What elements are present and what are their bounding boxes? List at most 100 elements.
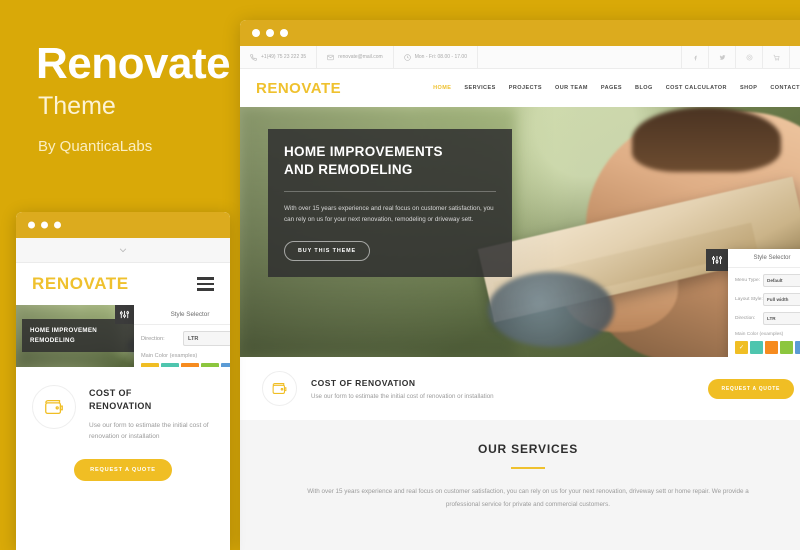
mobile-cost-section: COST OF RENOVATION Use our form to estim…	[16, 367, 230, 481]
hero-heading-line2: AND REMODELING	[284, 161, 413, 177]
menu-type-row: Menu Type: Default ▾	[735, 274, 800, 287]
mobile-color-swatch-2[interactable]	[181, 363, 199, 367]
hero-heading-line1: HOME IMPROVEMENTS	[284, 144, 443, 159]
hamburger-icon[interactable]	[197, 277, 214, 291]
wallet-icon	[272, 383, 287, 394]
topbar-phone[interactable]: +1(49) 75 23 222 35	[240, 46, 318, 68]
mobile-color-swatch-3[interactable]	[201, 363, 219, 367]
main-navigation: HOME SERVICES PROJECTS OUR TEAM PAGES BL…	[433, 85, 800, 91]
clock-icon	[403, 53, 411, 61]
request-a-quote-button[interactable]: REQUEST A QUOTE	[707, 378, 794, 399]
nav-item-projects[interactable]: PROJECTS	[509, 85, 542, 91]
mobile-style-selector-panel: Style Selector Direction: LTR ▾ Main Col…	[115, 305, 230, 367]
mobile-direction-label: Direction:	[141, 335, 165, 342]
twitter-icon[interactable]	[708, 46, 735, 68]
cart-icon[interactable]	[762, 46, 789, 68]
wallet-icon	[45, 399, 63, 415]
site-topbar: +1(49) 75 23 222 35 renovate@mail.com Mo…	[240, 46, 800, 69]
mobile-browser-window: RENOVATE HOME IMPROVEMEN REMODELING Styl	[16, 212, 230, 550]
color-swatch-3[interactable]	[780, 341, 793, 354]
nav-item-blog[interactable]: BLOG	[635, 85, 653, 91]
site-logo[interactable]: RENOVATE	[256, 80, 341, 97]
window-controls[interactable]	[252, 29, 288, 37]
promo-byline: By QuanticaLabs	[38, 138, 153, 155]
desktop-browser-window: +1(49) 75 23 222 35 renovate@mail.com Mo…	[240, 20, 800, 550]
cost-paragraph: Use our form to estimate the initial cos…	[311, 392, 494, 400]
phone-icon	[250, 53, 257, 61]
promo-title: Renovate	[36, 39, 231, 88]
style-selector-body: Style Selector Menu Type: Default ▾ Layo…	[728, 249, 800, 357]
mobile-style-selector-toggle[interactable]	[115, 305, 134, 324]
color-swatch-1[interactable]	[750, 341, 763, 354]
color-swatch-4[interactable]	[795, 341, 800, 354]
mobile-direction-row: Direction: LTR ▾	[141, 331, 230, 346]
facebook-icon[interactable]	[681, 46, 708, 68]
chevron-down-icon	[119, 248, 127, 253]
search-icon[interactable]	[789, 46, 800, 68]
wallet-icon-circle	[262, 371, 297, 406]
hero-heading: HOME IMPROVEMENTS AND REMODELING	[284, 143, 496, 179]
topbar-email-text: renovate@mail.com	[338, 54, 383, 60]
style-selector-title: Style Selector	[728, 249, 800, 268]
mobile-cost-heading-line1: COST OF	[89, 388, 132, 398]
nav-item-services[interactable]: SERVICES	[464, 85, 495, 91]
mobile-cost-heading-line2: RENOVATION	[89, 401, 152, 412]
menu-type-label: Menu Type:	[735, 278, 760, 283]
mobile-site-logo[interactable]: RENOVATE	[32, 274, 129, 294]
direction-select[interactable]: LTR ▾	[763, 312, 800, 325]
mobile-direction-select[interactable]: LTR ▾	[183, 331, 230, 346]
nav-item-contact[interactable]: CONTACT	[770, 85, 800, 91]
services-heading: OUR SERVICES	[477, 442, 579, 456]
mobile-cost-paragraph: Use our form to estimate the initial cos…	[89, 422, 209, 441]
layout-style-row: Layout Style: Full width ▾	[735, 293, 800, 306]
mobile-window-maximize-dot[interactable]	[54, 221, 61, 229]
dribbble-icon[interactable]	[735, 46, 762, 68]
color-swatch-2[interactable]	[765, 341, 778, 354]
mobile-main-color-label: Main Color (examples)	[141, 353, 198, 359]
mobile-window-minimize-dot[interactable]	[41, 221, 48, 229]
mobile-request-a-quote-button[interactable]: REQUEST A QUOTE	[74, 458, 172, 481]
nav-item-cost-calculator[interactable]: COST CALCULATOR	[666, 85, 727, 91]
window-minimize-dot[interactable]	[266, 29, 274, 37]
style-selector-panel: Style Selector Menu Type: Default ▾ Layo…	[706, 249, 800, 357]
nav-item-pages[interactable]: PAGES	[601, 85, 622, 91]
site-header: RENOVATE HOME SERVICES PROJECTS OUR TEAM…	[240, 69, 800, 107]
nav-item-our-team[interactable]: OUR TEAM	[555, 85, 588, 91]
mobile-hero-section: HOME IMPROVEMEN REMODELING Style Selecto…	[16, 305, 230, 367]
layout-style-label: Layout Style:	[735, 297, 763, 302]
style-selector-toggle[interactable]	[706, 249, 728, 271]
hero-section: HOME IMPROVEMENTS AND REMODELING With ov…	[240, 107, 800, 357]
mobile-color-swatch-0[interactable]	[141, 363, 159, 367]
hero-paragraph: With over 15 years experience and real f…	[284, 204, 494, 224]
promo-subtitle: Theme	[38, 92, 116, 120]
mobile-cost-text-block: COST OF RENOVATION Use our form to estim…	[89, 385, 214, 443]
layout-style-value: Full width	[767, 297, 789, 302]
mobile-cost-heading: COST OF RENOVATION	[89, 387, 214, 413]
mobile-window-close-dot[interactable]	[28, 221, 35, 229]
layout-style-select[interactable]: Full width ▾	[763, 293, 800, 306]
mobile-color-swatch-1[interactable]	[161, 363, 179, 367]
mail-icon	[327, 54, 334, 60]
main-color-label: Main Color (examples)	[735, 332, 784, 337]
desktop-browser-chrome	[240, 20, 800, 46]
sliders-icon	[712, 256, 722, 264]
buy-this-theme-button[interactable]: BUY THIS THEME	[284, 240, 371, 261]
menu-type-value: Default	[767, 278, 783, 283]
mobile-window-controls[interactable]	[28, 221, 61, 229]
sliders-icon	[119, 310, 130, 319]
topbar-email[interactable]: renovate@mail.com	[317, 46, 394, 68]
color-swatch-0[interactable]	[735, 341, 748, 354]
mobile-direction-value: LTR	[188, 335, 199, 342]
direction-value: LTR	[767, 316, 776, 321]
mobile-topbar-toggle[interactable]	[16, 238, 230, 263]
window-close-dot[interactable]	[252, 29, 260, 37]
nav-item-home[interactable]: HOME	[433, 85, 451, 91]
services-divider	[511, 467, 545, 469]
menu-type-select[interactable]: Default ▾	[763, 274, 800, 287]
cost-of-renovation-bar: COST OF RENOVATION Use our form to estim…	[240, 357, 800, 420]
mobile-color-swatch-4[interactable]	[221, 363, 230, 367]
nav-item-shop[interactable]: SHOP	[740, 85, 757, 91]
topbar-hours: Mon - Fri: 08.00 - 17.00	[394, 46, 478, 68]
window-maximize-dot[interactable]	[280, 29, 288, 37]
